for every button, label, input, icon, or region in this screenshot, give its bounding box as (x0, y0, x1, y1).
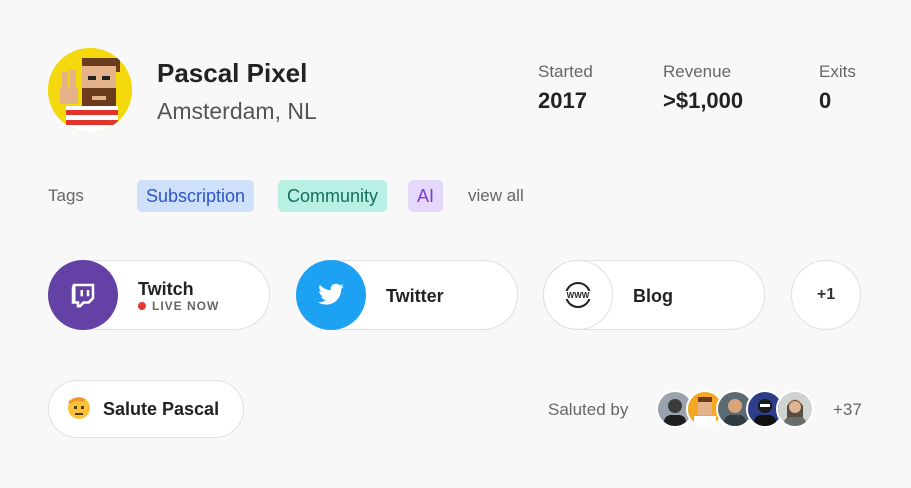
twitch-icon (48, 260, 118, 330)
saluted-by-label: Saluted by (548, 400, 629, 419)
profile-card: Pascal Pixel Amsterdam, NL Started 2017 … (0, 0, 911, 488)
live-dot-icon (138, 302, 146, 310)
stat-revenue-value: >$1,000 (663, 88, 744, 113)
more-links-button[interactable]: +1 (791, 260, 861, 330)
stat-started-value: 2017 (538, 88, 587, 113)
live-status-text: LIVE NOW (152, 299, 220, 313)
stat-exits-label: Exits (819, 62, 856, 81)
tag-ai[interactable]: AI (408, 180, 444, 212)
twitter-label: Twitter (386, 286, 444, 306)
blog-label: Blog (633, 286, 673, 306)
stat-started-label: Started (538, 62, 593, 81)
salute-button[interactable]: Salute Pascal (48, 380, 244, 438)
stat-revenue-label: Revenue (663, 62, 732, 81)
profile-location: Amsterdam, NL (157, 98, 317, 124)
tag-subscription[interactable]: Subscription (137, 180, 255, 212)
view-all-tags-link[interactable]: view all (468, 186, 524, 206)
twitch-link[interactable]: Twitch LIVE NOW (48, 260, 270, 330)
profile-avatar (48, 48, 132, 132)
tags-label: Tags (48, 186, 84, 205)
stat-revenue: Revenue >$1,000 (663, 62, 743, 114)
tag-community[interactable]: Community (278, 180, 388, 212)
twitch-label: Twitch (138, 279, 194, 299)
salute-button-label: Salute Pascal (103, 398, 220, 419)
twitter-icon (296, 260, 366, 330)
salute-emoji-icon (65, 393, 103, 426)
stat-exits: Exits 0 (819, 62, 856, 114)
stat-started: Started 2017 (538, 62, 593, 114)
live-status: LIVE NOW (138, 299, 219, 313)
www-globe-icon: WWW (543, 260, 613, 330)
saluter-avatar[interactable] (776, 390, 814, 428)
blog-link[interactable]: WWW Blog (543, 260, 765, 330)
twitter-link[interactable]: Twitter (296, 260, 518, 330)
stat-exits-value: 0 (819, 88, 832, 113)
saluter-extra-count[interactable]: +37 (833, 400, 862, 420)
profile-name: Pascal Pixel (157, 58, 308, 88)
svg-text:WWW: WWW (567, 291, 590, 300)
